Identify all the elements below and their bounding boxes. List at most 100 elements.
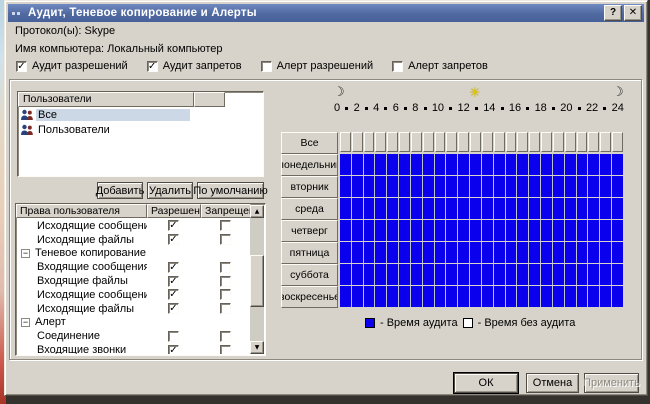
schedule-cell[interactable]: [458, 154, 470, 175]
schedule-cell[interactable]: [387, 264, 399, 285]
schedule-cell[interactable]: [340, 198, 351, 219]
schedule-cell[interactable]: [505, 286, 517, 307]
schedule-cell[interactable]: [612, 220, 623, 241]
schedule-cell[interactable]: [576, 154, 588, 175]
defaults-button[interactable]: По умолчанию: [193, 182, 268, 199]
schedule-cell[interactable]: [517, 242, 529, 263]
schedule-cell[interactable]: [470, 286, 481, 307]
all-days-button[interactable]: Все: [281, 132, 338, 154]
schedule-cell[interactable]: [399, 220, 410, 241]
user-list-item[interactable]: Пользователи: [18, 123, 263, 137]
schedule-cell[interactable]: [517, 176, 529, 197]
denied-checkbox[interactable]: [219, 330, 231, 342]
schedule-cell[interactable]: [351, 220, 363, 241]
checkbox-box[interactable]: [392, 60, 404, 72]
schedule-cell[interactable]: [363, 220, 375, 241]
hour-column-button[interactable]: [505, 132, 517, 152]
denied-checkbox[interactable]: [219, 234, 231, 246]
schedule-cell[interactable]: [470, 198, 481, 219]
schedule-cell[interactable]: [410, 264, 422, 285]
day-button[interactable]: четверг: [281, 220, 338, 242]
close-button[interactable]: ✕: [624, 5, 642, 21]
add-button[interactable]: Добавить: [96, 182, 144, 199]
users-column-header-spacer[interactable]: [194, 92, 225, 107]
allowed-checkbox[interactable]: ✓: [168, 234, 179, 246]
schedule-cell[interactable]: [375, 242, 387, 263]
schedule-cell[interactable]: [493, 264, 505, 285]
checkbox-option-4[interactable]: Алерт запретов: [392, 60, 488, 72]
schedule-cell[interactable]: [387, 198, 399, 219]
schedule-cell[interactable]: [410, 176, 422, 197]
allowed-checkbox[interactable]: ✓: [168, 275, 179, 287]
schedule-cell[interactable]: [340, 220, 351, 241]
schedule-cell[interactable]: [387, 242, 399, 263]
schedule-cell[interactable]: [387, 154, 399, 175]
rights-group-label[interactable]: − Алерт: [17, 316, 147, 328]
collapse-icon[interactable]: −: [21, 317, 30, 327]
checkbox-box[interactable]: ✓: [16, 60, 27, 72]
schedule-cell[interactable]: [600, 154, 612, 175]
delete-button[interactable]: Удалить: [147, 182, 193, 199]
hour-column-button[interactable]: [446, 132, 458, 152]
scrollbar-thumb[interactable]: [250, 255, 264, 307]
hour-column-button[interactable]: [363, 132, 375, 152]
schedule-cell[interactable]: [529, 264, 541, 285]
schedule-cell[interactable]: [493, 154, 505, 175]
schedule-cell[interactable]: [529, 286, 541, 307]
allowed-checkbox[interactable]: ✓: [168, 220, 179, 232]
schedule-cell[interactable]: [375, 154, 387, 175]
schedule-cell[interactable]: [422, 154, 434, 175]
schedule-cell[interactable]: [422, 242, 434, 263]
schedule-cell[interactable]: [505, 264, 517, 285]
schedule-cell[interactable]: [588, 198, 600, 219]
rights-group-label[interactable]: − Теневое копирование: [17, 247, 147, 259]
hour-column-button[interactable]: [517, 132, 529, 152]
schedule-cell[interactable]: [612, 264, 623, 285]
schedule-cell[interactable]: [422, 176, 434, 197]
allowed-checkbox[interactable]: [168, 330, 179, 342]
rights-column-header[interactable]: Запрещено: [201, 204, 251, 218]
scroll-up-icon[interactable]: ▲: [250, 205, 264, 218]
day-button[interactable]: суббота: [281, 264, 338, 286]
schedule-cell[interactable]: [399, 176, 410, 197]
schedule-cell[interactable]: [552, 220, 564, 241]
schedule-cell[interactable]: [564, 176, 576, 197]
schedule-cell[interactable]: [505, 242, 517, 263]
day-button[interactable]: среда: [281, 198, 338, 220]
denied-checkbox[interactable]: [219, 303, 231, 315]
schedule-cell[interactable]: [529, 242, 541, 263]
schedule-cell[interactable]: [446, 198, 458, 219]
schedule-cell[interactable]: [505, 176, 517, 197]
schedule-cell[interactable]: [481, 176, 493, 197]
schedule-cell[interactable]: [363, 198, 375, 219]
schedule-cell[interactable]: [434, 198, 446, 219]
schedule-cell[interactable]: [529, 198, 541, 219]
cancel-button[interactable]: Отмена: [526, 373, 579, 393]
schedule-cell[interactable]: [612, 286, 623, 307]
allowed-checkbox[interactable]: ✓: [168, 289, 179, 301]
schedule-cell[interactable]: [363, 154, 375, 175]
schedule-cell[interactable]: [529, 154, 541, 175]
schedule-cell[interactable]: [363, 242, 375, 263]
schedule-cell[interactable]: [552, 154, 564, 175]
schedule-cell[interactable]: [422, 264, 434, 285]
schedule-cell[interactable]: [470, 154, 481, 175]
schedule-cell[interactable]: [493, 286, 505, 307]
schedule-cell[interactable]: [458, 220, 470, 241]
hour-column-button[interactable]: [529, 132, 541, 152]
schedule-cell[interactable]: [363, 286, 375, 307]
schedule-cell[interactable]: [517, 286, 529, 307]
schedule-cell[interactable]: [340, 286, 351, 307]
hour-column-button[interactable]: [351, 132, 363, 152]
schedule-cell[interactable]: [505, 220, 517, 241]
schedule-cell[interactable]: [552, 286, 564, 307]
allowed-checkbox[interactable]: ✓: [168, 261, 179, 273]
schedule-cell[interactable]: [541, 242, 552, 263]
schedule-cell[interactable]: [529, 220, 541, 241]
schedule-cell[interactable]: [422, 220, 434, 241]
schedule-cell[interactable]: [375, 264, 387, 285]
schedule-cell[interactable]: [434, 154, 446, 175]
denied-checkbox[interactable]: [219, 220, 231, 232]
denied-checkbox[interactable]: [219, 289, 231, 301]
schedule-cell[interactable]: [351, 198, 363, 219]
